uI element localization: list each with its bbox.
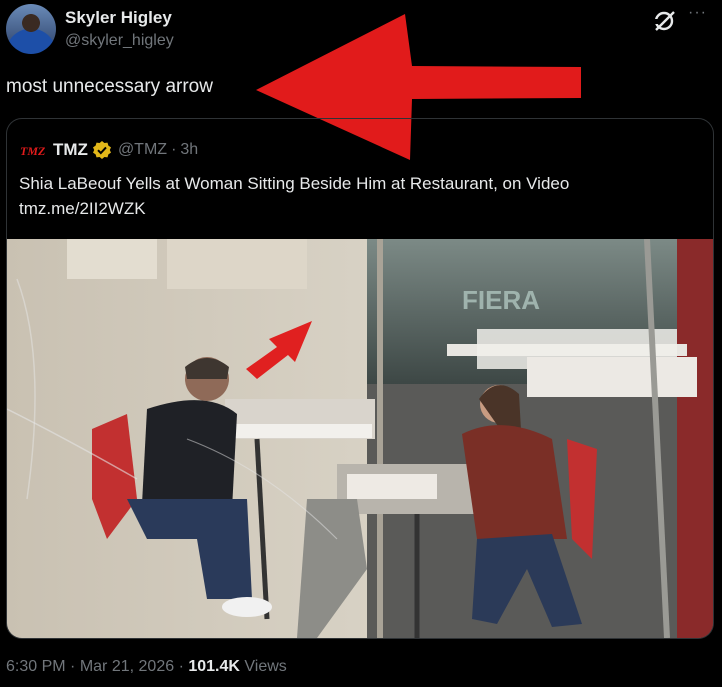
- more-horizontal-icon[interactable]: ···: [688, 4, 712, 24]
- quote-timestamp[interactable]: 3h: [180, 141, 198, 159]
- separator: ·: [70, 658, 76, 675]
- verified-badge-icon: [92, 141, 111, 159]
- author-name[interactable]: Skyler Higley: [65, 8, 172, 28]
- quote-video-media[interactable]: FIERA: [7, 239, 713, 638]
- tweet-footer: 6:30 PM · Mar 21, 2026 · 101.4K Views: [6, 658, 287, 676]
- tweet-text: most unnecessary arrow: [6, 76, 213, 97]
- author-handle[interactable]: @skyler_higley: [65, 32, 174, 50]
- quote-text: Shia LaBeouf Yells at Woman Sitting Besi…: [19, 171, 699, 221]
- quote-headline: Shia LaBeouf Yells at Woman Sitting Besi…: [19, 174, 570, 193]
- views-label: Views: [244, 658, 287, 675]
- svg-text:TMZ: TMZ: [20, 144, 46, 157]
- post-date[interactable]: Mar 21, 2026: [80, 658, 174, 675]
- tmz-logo: TMZ: [20, 144, 46, 157]
- quote-header: TMZ TMZ @TMZ · 3h: [19, 139, 198, 161]
- quote-author-name[interactable]: TMZ: [53, 140, 88, 160]
- separator: ·: [171, 141, 177, 158]
- quoted-tweet[interactable]: TMZ TMZ @TMZ · 3h Shia LaBeouf Yells at …: [6, 118, 714, 639]
- quote-author-handle[interactable]: @TMZ: [118, 141, 167, 159]
- post-time[interactable]: 6:30 PM: [6, 658, 66, 675]
- separator: ·: [178, 658, 184, 675]
- grok-icon[interactable]: [652, 8, 678, 34]
- avatar[interactable]: [6, 4, 56, 54]
- quote-link[interactable]: tmz.me/2II2WZK: [19, 196, 699, 221]
- sign-text: FIERA: [462, 285, 540, 315]
- view-count: 101.4K: [188, 658, 240, 675]
